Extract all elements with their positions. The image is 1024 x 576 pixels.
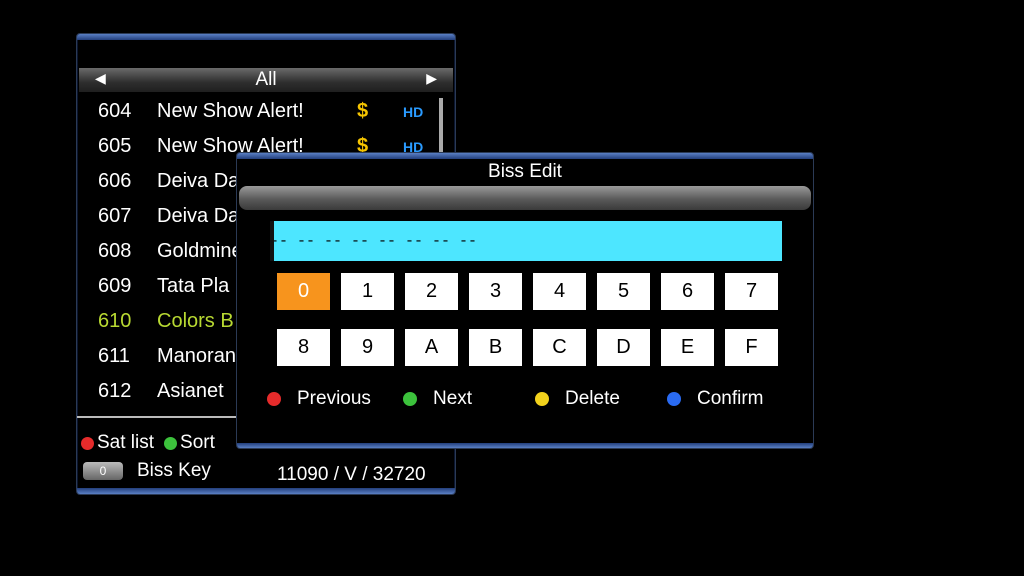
- key-c[interactable]: C: [533, 329, 586, 366]
- category-bar[interactable]: ◀ All ▶: [79, 68, 453, 92]
- key-a[interactable]: A: [405, 329, 458, 366]
- legend-bar: Sat list Sort: [81, 432, 215, 454]
- panel-top-bar: [77, 34, 455, 40]
- key-f[interactable]: F: [725, 329, 778, 366]
- sort-label[interactable]: Sort: [180, 432, 215, 454]
- key-4[interactable]: 4: [533, 273, 586, 310]
- yellow-button-icon: [535, 392, 549, 406]
- channel-number: 608: [98, 240, 132, 262]
- channel-number: 604: [98, 100, 132, 122]
- key-6[interactable]: 6: [661, 273, 714, 310]
- key-1[interactable]: 1: [341, 273, 394, 310]
- key-5[interactable]: 5: [597, 273, 650, 310]
- channel-number: 612: [98, 380, 132, 402]
- scrollbar-thumb[interactable]: [439, 98, 443, 158]
- previous-action[interactable]: Previous: [267, 388, 371, 410]
- biss-key-label: Biss Key: [137, 460, 211, 481]
- arrow-left-icon[interactable]: ◀: [95, 70, 106, 87]
- next-action[interactable]: Next: [403, 388, 472, 410]
- delete-label: Delete: [565, 388, 620, 409]
- channel-number: 610: [98, 310, 132, 332]
- green-button-icon: [403, 392, 417, 406]
- biss-key-row: 0 Biss Key: [83, 460, 211, 482]
- key-8[interactable]: 8: [277, 329, 330, 366]
- frequency-readout: 11090 / V / 32720: [277, 464, 426, 485]
- next-label: Next: [433, 388, 473, 409]
- channel-number: 606: [98, 170, 132, 192]
- red-button-icon: [81, 436, 94, 450]
- key-d[interactable]: D: [597, 329, 650, 366]
- green-button-icon: [164, 436, 178, 450]
- key-b[interactable]: B: [469, 329, 522, 366]
- arrow-right-icon[interactable]: ▶: [426, 70, 437, 87]
- biss-key-input[interactable]: -- -- -- -- -- -- -- --: [270, 221, 782, 261]
- channel-number: 605: [98, 135, 132, 157]
- channel-number: 611: [98, 345, 130, 367]
- dialog-bottom-bar: [237, 443, 813, 448]
- input-cursor: [270, 221, 274, 261]
- channel-number: 609: [98, 275, 132, 297]
- category-label: All: [255, 69, 277, 90]
- blue-button-icon: [667, 392, 681, 406]
- biss-edit-dialog: Biss Edit -- -- -- -- -- -- -- -- 0 1 2 …: [236, 152, 814, 449]
- previous-label: Previous: [297, 388, 371, 409]
- key-3[interactable]: 3: [469, 273, 522, 310]
- dialog-header-bar: [239, 186, 811, 210]
- key-9[interactable]: 9: [341, 329, 394, 366]
- key-e[interactable]: E: [661, 329, 714, 366]
- key-7[interactable]: 7: [725, 273, 778, 310]
- channel-name: New Show Alert!: [157, 100, 304, 122]
- channel-number: 607: [98, 205, 132, 227]
- red-button-icon: [267, 392, 281, 406]
- biss-key-button[interactable]: 0: [83, 462, 123, 480]
- confirm-action[interactable]: Confirm: [667, 388, 764, 410]
- delete-action[interactable]: Delete: [535, 388, 620, 410]
- dialog-top-bar: [237, 153, 813, 159]
- confirm-label: Confirm: [697, 388, 764, 409]
- sat-list-label[interactable]: Sat list: [97, 432, 154, 454]
- dollar-icon: $: [357, 100, 369, 122]
- channel-row-604[interactable]: 604 New Show Alert! $ HD: [77, 94, 437, 129]
- panel-bottom-bar: [77, 488, 455, 494]
- hd-badge: HD: [403, 103, 424, 120]
- dialog-title: Biss Edit: [488, 161, 562, 182]
- key-2[interactable]: 2: [405, 273, 458, 310]
- key-0[interactable]: 0: [277, 273, 330, 310]
